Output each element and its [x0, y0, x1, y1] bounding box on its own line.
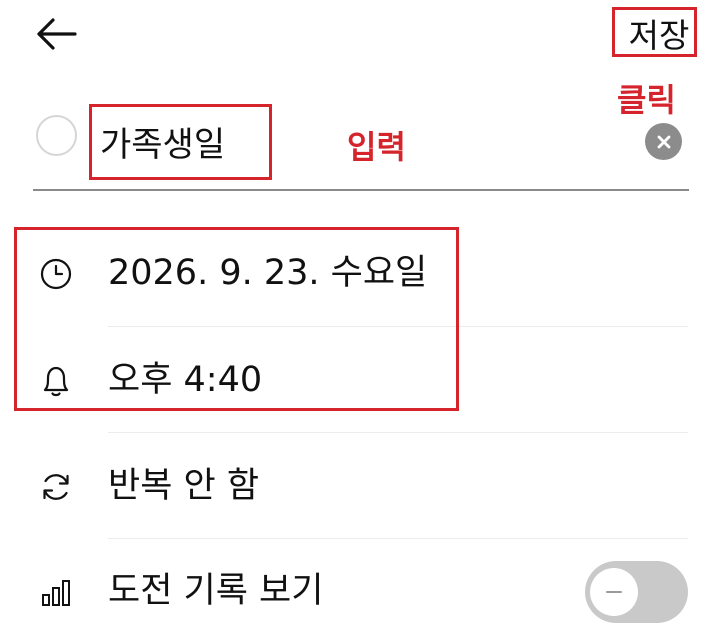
row-divider: [108, 326, 688, 327]
click-annotation-label: 클릭: [617, 81, 676, 119]
save-button[interactable]: 저장: [624, 14, 694, 58]
row-divider: [108, 538, 688, 539]
minus-icon: [606, 590, 622, 594]
repeat-value[interactable]: 반복 안 함: [108, 461, 259, 511]
bar-chart-icon: [36, 573, 76, 613]
title-underline: [33, 189, 689, 191]
input-annotation-label: 입력: [347, 128, 406, 166]
clock-icon: [36, 254, 76, 294]
edit-task-screen: 저장 2026. 9. 23. 수요일 오후 4:40 반복 안 함: [0, 0, 720, 625]
task-title-input[interactable]: [100, 112, 270, 170]
close-icon: [657, 135, 670, 148]
challenge-record-toggle[interactable]: [585, 561, 688, 623]
back-button[interactable]: [30, 12, 82, 56]
arrow-left-icon: [37, 18, 77, 50]
complete-checkbox[interactable]: [36, 115, 77, 156]
reminder-time-value[interactable]: 오후 4:40: [108, 355, 262, 405]
row-divider: [108, 432, 688, 433]
challenge-record-label: 도전 기록 보기: [108, 571, 324, 611]
bell-icon: [36, 361, 76, 401]
repeat-icon: [36, 467, 76, 507]
clear-title-button[interactable]: [645, 123, 682, 160]
date-value[interactable]: 2026. 9. 23. 수요일: [108, 248, 427, 298]
toggle-knob: [590, 568, 638, 616]
